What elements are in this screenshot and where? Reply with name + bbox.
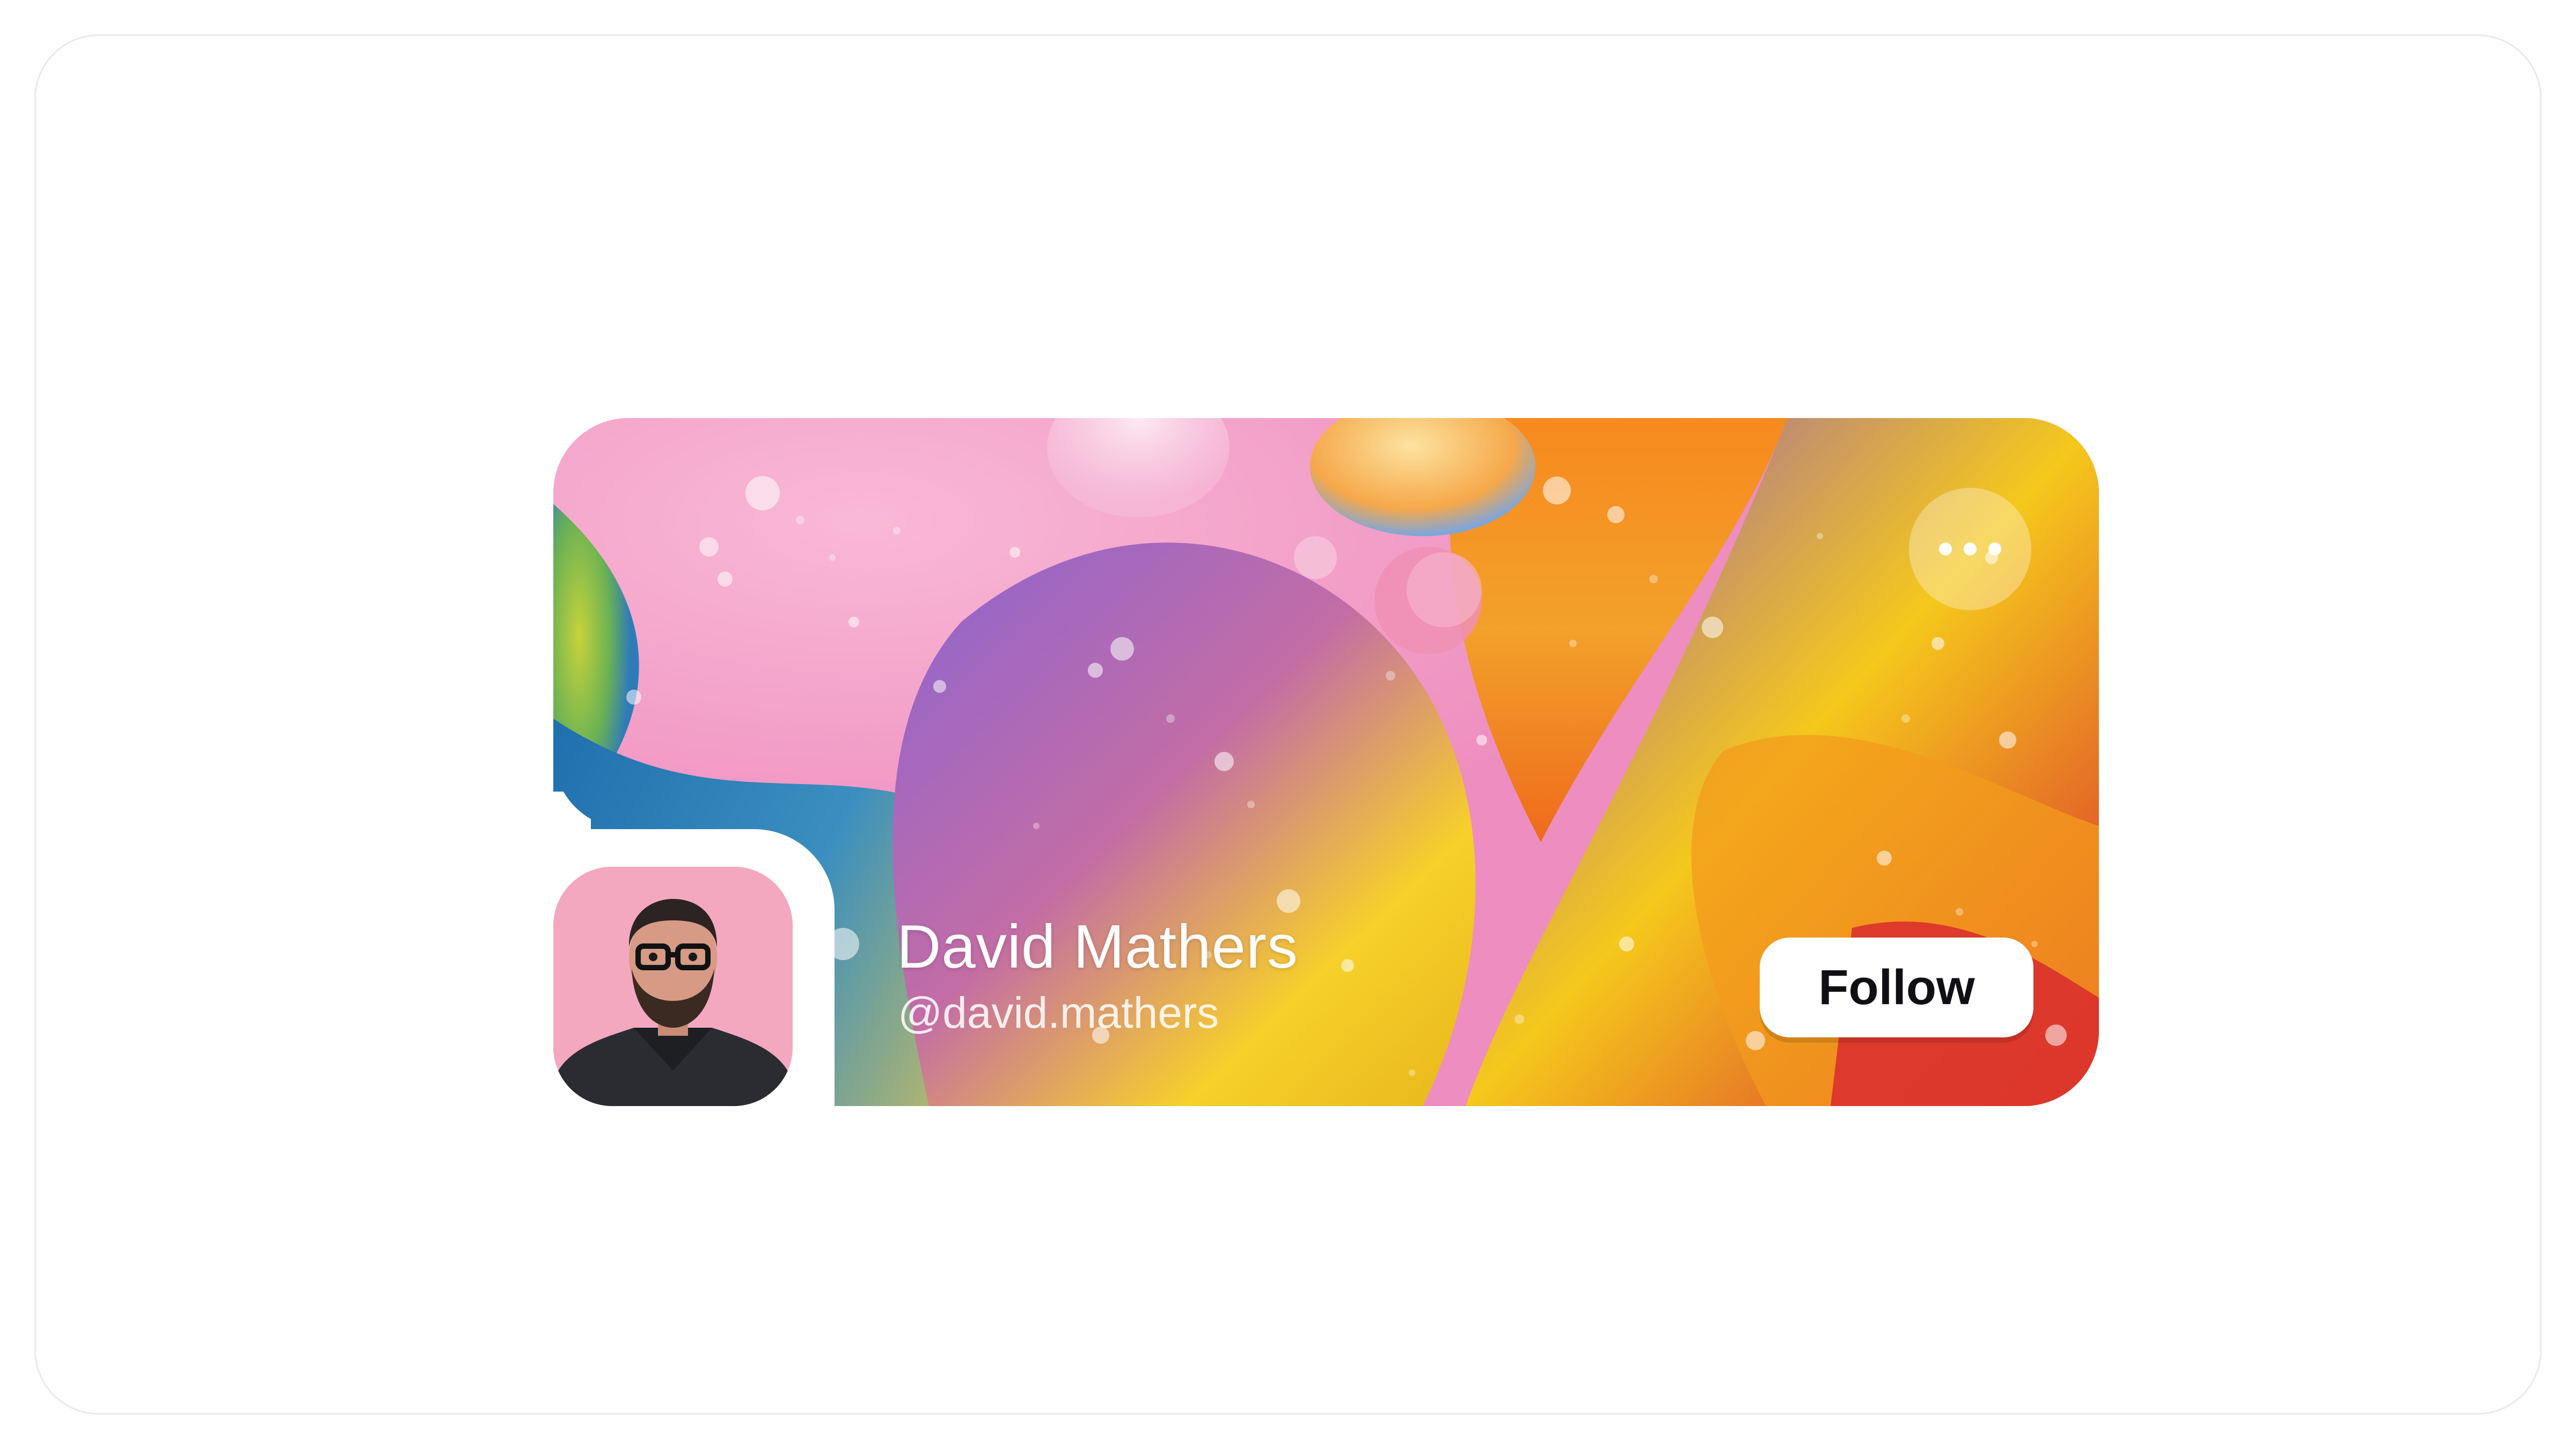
more-horizontal-icon: [1939, 543, 1952, 555]
follow-button[interactable]: Follow: [1760, 938, 2033, 1037]
more-options-button[interactable]: [1909, 488, 2031, 610]
profile-handle: @david.mathers: [898, 989, 1219, 1037]
canvas-frame: David Mathers @david.mathers Follow: [34, 34, 2542, 1415]
avatar-photo: [553, 867, 793, 1106]
profile-card: David Mathers @david.mathers Follow: [553, 418, 2099, 1106]
more-horizontal-icon: [1964, 543, 1977, 555]
avatar[interactable]: [553, 867, 793, 1106]
profile-name: David Mathers: [897, 913, 1298, 981]
more-horizontal-icon: [1988, 543, 2001, 555]
